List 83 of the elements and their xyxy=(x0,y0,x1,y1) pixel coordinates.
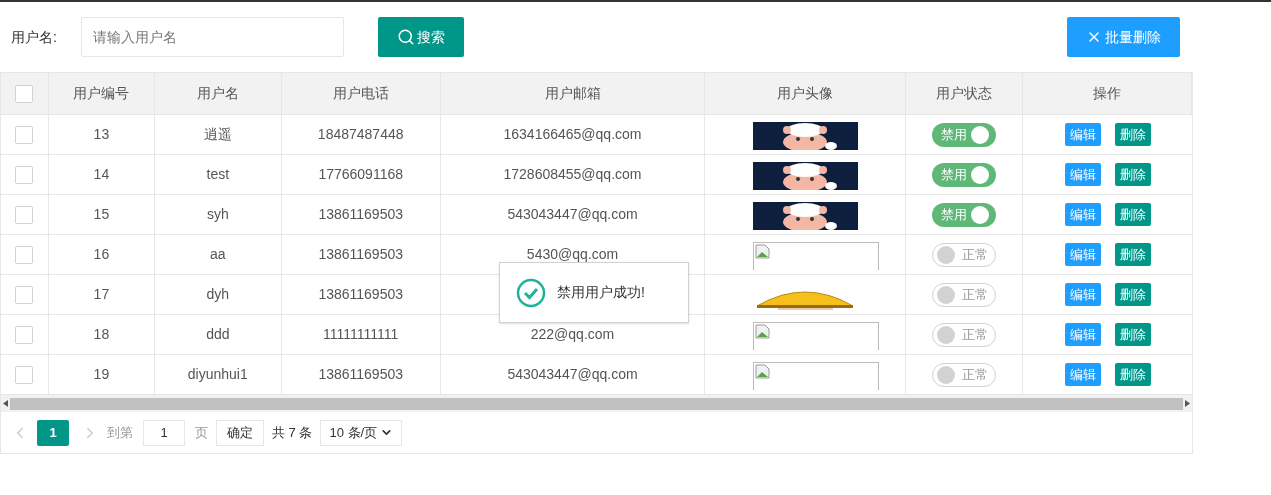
column-header: 用户邮箱 xyxy=(544,84,601,103)
broken-image-icon xyxy=(755,324,772,340)
table-cell-text: 13861169503 xyxy=(318,245,403,264)
table-cell-text: 17 xyxy=(93,285,110,304)
table-cell-text: 18487487448 xyxy=(317,125,404,144)
delete-button[interactable]: 删除 xyxy=(1114,283,1151,306)
table-cell-text: test xyxy=(206,165,230,184)
status-toggle[interactable]: 正常 xyxy=(932,322,997,347)
field-label: 用户名: xyxy=(11,27,57,47)
checkbox[interactable] xyxy=(15,245,34,264)
scroll-right-icon[interactable] xyxy=(1185,400,1190,407)
table-cell-text: 5430@qq.com xyxy=(526,245,619,264)
checkbox[interactable] xyxy=(15,365,34,384)
checkbox[interactable] xyxy=(15,125,34,144)
table-cell-text: 16 xyxy=(93,245,110,264)
delete-button[interactable]: 删除 xyxy=(1114,243,1151,266)
page-size-select[interactable]: 10 条/页 xyxy=(320,419,403,446)
delete-button[interactable]: 删除 xyxy=(1114,363,1151,386)
table-cell-text: 1634166465@qq.com xyxy=(503,125,642,144)
check-circle-icon xyxy=(516,277,546,308)
edit-button[interactable]: 编辑 xyxy=(1064,123,1101,146)
status-toggle[interactable]: 正常 xyxy=(932,282,997,307)
table-cell-text: 17766091168 xyxy=(318,165,403,184)
checkbox[interactable] xyxy=(15,325,34,344)
status-toggle[interactable]: 禁用 xyxy=(932,162,997,187)
edit-button[interactable]: 编辑 xyxy=(1064,203,1101,226)
table-cell-text: 19 xyxy=(93,365,110,384)
status-toggle[interactable]: 禁用 xyxy=(932,122,997,147)
table-cell-text: 543043447@qq.com xyxy=(507,205,638,224)
table-cell-text: 13 xyxy=(93,125,110,144)
table-cell-text: aa xyxy=(210,245,226,264)
delete-button[interactable]: 删除 xyxy=(1114,123,1151,146)
checkbox[interactable] xyxy=(15,84,34,103)
table-cell-text: ddd xyxy=(206,325,230,344)
column-header: 用户头像 xyxy=(777,84,834,103)
table-cell-text: 逍遥 xyxy=(203,125,232,144)
checkbox[interactable] xyxy=(15,165,34,184)
horizontal-scrollbar[interactable] xyxy=(1,395,1192,412)
table-cell-text: 13861169503 xyxy=(318,285,403,304)
column-header: 用户名 xyxy=(196,84,239,103)
scroll-left-icon[interactable] xyxy=(3,400,8,407)
status-toggle[interactable]: 禁用 xyxy=(932,202,997,227)
delete-button[interactable]: 删除 xyxy=(1114,163,1151,186)
table-cell-text: 13861169503 xyxy=(318,205,403,224)
edit-button[interactable]: 编辑 xyxy=(1064,243,1101,266)
delete-button[interactable]: 删除 xyxy=(1114,203,1151,226)
search-button[interactable]: 搜索 xyxy=(377,17,464,57)
column-header: 用户电话 xyxy=(332,84,389,103)
table-cell-text: 222@qq.com xyxy=(530,325,615,344)
table-cell-text: 14 xyxy=(93,165,110,184)
broken-image-icon xyxy=(755,244,772,260)
edit-button[interactable]: 编辑 xyxy=(1064,363,1101,386)
column-header: 用户编号 xyxy=(73,84,130,103)
goto-label: 到第 xyxy=(107,423,133,442)
page-input[interactable]: 1 xyxy=(143,419,185,446)
toast-message: 禁用用户成功! xyxy=(557,283,645,302)
column-header: 用户状态 xyxy=(936,84,993,103)
table-cell-text: syh xyxy=(206,205,229,224)
status-toggle[interactable]: 正常 xyxy=(932,362,997,387)
confirm-button[interactable]: 确定 xyxy=(216,419,264,446)
table-cell-text: 15 xyxy=(93,205,110,224)
search-icon xyxy=(396,28,415,46)
table-cell-text: 543043447@qq.com xyxy=(507,365,638,384)
edit-button[interactable]: 编辑 xyxy=(1064,283,1101,306)
table-cell-text: dyh xyxy=(206,285,230,304)
page-button[interactable]: 1 xyxy=(37,419,69,446)
table-cell-text: diyunhui1 xyxy=(187,365,248,384)
table-cell-text: 1728608455@qq.com xyxy=(503,165,642,184)
checkbox[interactable] xyxy=(15,205,34,224)
batch-delete-button[interactable]: 批量删除 xyxy=(1067,17,1180,57)
status-toggle[interactable]: 正常 xyxy=(932,242,997,267)
broken-image-icon xyxy=(755,364,772,380)
search-field[interactable]: 请输入用户名 xyxy=(80,17,344,57)
page-unit: 页 xyxy=(195,423,208,442)
column-header: 操作 xyxy=(1093,84,1122,103)
table-cell-text: 11111111111 xyxy=(323,325,399,344)
table-cell-text: 13861169503 xyxy=(318,365,403,384)
table-cell-text: 18 xyxy=(93,325,110,344)
delete-button[interactable]: 删除 xyxy=(1114,323,1151,346)
edit-button[interactable]: 编辑 xyxy=(1064,163,1101,186)
checkbox[interactable] xyxy=(15,285,34,304)
total-count: 共 7 条 xyxy=(272,423,313,442)
edit-button[interactable]: 编辑 xyxy=(1064,323,1101,346)
